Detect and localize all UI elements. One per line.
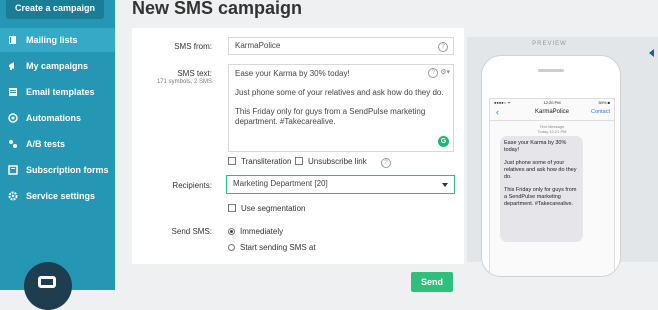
sidebar-item-label: Email templates bbox=[26, 87, 95, 97]
sidebar-item-label: Mailing lists bbox=[26, 35, 78, 45]
message-bubble: Ease your Karma by 30% today! Just phone… bbox=[500, 136, 583, 242]
sidebar-item-ab-tests[interactable]: A/B tests bbox=[0, 132, 115, 156]
send-scheduled-radio[interactable]: Start sending SMS at bbox=[228, 243, 316, 252]
split-icon bbox=[9, 140, 17, 148]
text-controls: ? ⚙▾ bbox=[428, 68, 450, 78]
sms-text-area[interactable]: ? ⚙▾ Ease your Karma by 30% today! Just … bbox=[228, 64, 454, 152]
send-immediately-radio[interactable]: Immediately bbox=[228, 227, 283, 236]
checkbox-label: Unsubscribe link bbox=[308, 157, 367, 166]
create-campaign-button[interactable]: Create a campaign bbox=[6, 0, 104, 19]
preview-panel: PREVIEW ●●●●○ ᯤ 12:20 PM 50% ■ ‹ KarmaPo… bbox=[467, 37, 658, 277]
recipients-label: Recipients: bbox=[172, 181, 212, 190]
bubble-paragraph: Ease your Karma by 30% today! bbox=[504, 140, 567, 153]
radio-label: Immediately bbox=[240, 227, 284, 236]
checkbox-box[interactable] bbox=[228, 204, 236, 212]
contact-link: Contact bbox=[591, 109, 610, 115]
send-button[interactable]: Send bbox=[411, 272, 453, 292]
sidebar-item-email-templates[interactable]: Email templates bbox=[0, 80, 115, 104]
briefcase-icon[interactable] bbox=[24, 262, 72, 310]
phone-mockup: ●●●●○ ᯤ 12:20 PM 50% ■ ‹ KarmaPolice Con… bbox=[481, 55, 621, 277]
sidebar-item-my-campaigns[interactable]: My campaigns bbox=[0, 54, 115, 78]
sms-text-label: SMS text: bbox=[177, 69, 212, 78]
preview-title: PREVIEW bbox=[532, 41, 567, 47]
sidebar-item-mailing-lists[interactable]: Mailing lists bbox=[0, 28, 115, 52]
sms-text-counter: 171 symbols, 2 SMS bbox=[156, 79, 212, 85]
sidebar-item-label: Automations bbox=[26, 113, 81, 123]
settings-dropdown-icon[interactable]: ⚙▾ bbox=[440, 69, 450, 76]
battery-icon: 50% ■ bbox=[598, 100, 610, 105]
radio-dot[interactable] bbox=[228, 244, 235, 251]
checkbox-box[interactable] bbox=[295, 157, 303, 165]
sidebar-item-label: Service settings bbox=[26, 191, 96, 201]
sms-from-input[interactable]: KarmaPolice ? bbox=[228, 37, 454, 55]
sms-text-paragraph: Ease your Karma by 30% today! bbox=[235, 69, 350, 78]
status-bar: ●●●●○ ᯤ 12:20 PM 50% ■ bbox=[490, 99, 614, 106]
form-icon bbox=[8, 165, 18, 175]
checkbox-box[interactable] bbox=[228, 157, 236, 165]
gear-icon bbox=[8, 191, 18, 201]
radio-dot[interactable] bbox=[228, 228, 235, 235]
signal-icon: ●●●●○ ᯤ bbox=[494, 100, 511, 105]
page-title: New SMS campaign bbox=[132, 0, 303, 18]
book-icon bbox=[9, 36, 16, 44]
chevron-down-icon bbox=[442, 183, 448, 187]
sidebar: Create a campaign Mailing lists My campa… bbox=[0, 0, 115, 310]
sidebar-item-label: Subscription forms bbox=[26, 165, 109, 175]
sidebar-item-subscription-forms[interactable]: Subscription forms bbox=[0, 158, 115, 182]
help-icon[interactable]: ? bbox=[428, 68, 439, 78]
checkbox-label: Transliteration bbox=[241, 157, 292, 166]
sms-form: SMS from: KarmaPolice ? SMS text: 171 sy… bbox=[132, 28, 464, 264]
message-time: Today 12:21 PM bbox=[537, 129, 567, 134]
phone-speaker bbox=[538, 69, 564, 72]
message-meta: Text Message Today 12:21 PM bbox=[490, 124, 614, 134]
status-time: 12:20 PM bbox=[543, 100, 561, 105]
sidebar-item-label: A/B tests bbox=[26, 139, 66, 149]
document-icon bbox=[9, 88, 17, 96]
send-sms-label: Send SMS: bbox=[171, 227, 212, 236]
checkbox-label: Use segmentation bbox=[241, 204, 306, 213]
automation-icon bbox=[8, 113, 18, 123]
phone-screen: ●●●●○ ᯤ 12:20 PM 50% ■ ‹ KarmaPolice Con… bbox=[489, 98, 615, 276]
sms-from-value: KarmaPolice bbox=[235, 41, 281, 50]
sidebar-item-label: My campaigns bbox=[26, 61, 89, 71]
sidebar-item-automations[interactable]: Automations bbox=[0, 106, 115, 130]
collapse-preview-icon[interactable] bbox=[649, 49, 654, 57]
bubble-paragraph: Just phone some of your relatives and as… bbox=[504, 160, 577, 180]
use-segmentation-checkbox[interactable]: Use segmentation bbox=[228, 204, 305, 213]
help-icon[interactable]: ? bbox=[380, 158, 391, 168]
sms-from-label: SMS from: bbox=[174, 42, 212, 51]
sms-text-paragraph: Just phone some of your relatives and as… bbox=[235, 88, 444, 97]
transliteration-checkbox[interactable]: Transliteration bbox=[228, 157, 291, 166]
message-header: ‹ KarmaPolice Contact bbox=[490, 106, 614, 121]
megaphone-icon bbox=[9, 62, 14, 70]
radio-label: Start sending SMS at bbox=[240, 243, 316, 252]
unsubscribe-link-checkbox[interactable]: Unsubscribe link ? bbox=[295, 157, 391, 168]
bubble-paragraph: This Friday only for guys from a SendPul… bbox=[504, 187, 577, 207]
sms-text-paragraph: This Friday only for guys from a SendPul… bbox=[235, 107, 426, 126]
grammarly-icon[interactable]: G bbox=[438, 136, 449, 147]
recipients-select[interactable]: Marketing Department [20] bbox=[226, 175, 455, 194]
recipients-value: Marketing Department [20] bbox=[233, 179, 328, 188]
sidebar-item-service-settings[interactable]: Service settings bbox=[0, 184, 115, 208]
help-icon[interactable]: ? bbox=[438, 42, 448, 52]
